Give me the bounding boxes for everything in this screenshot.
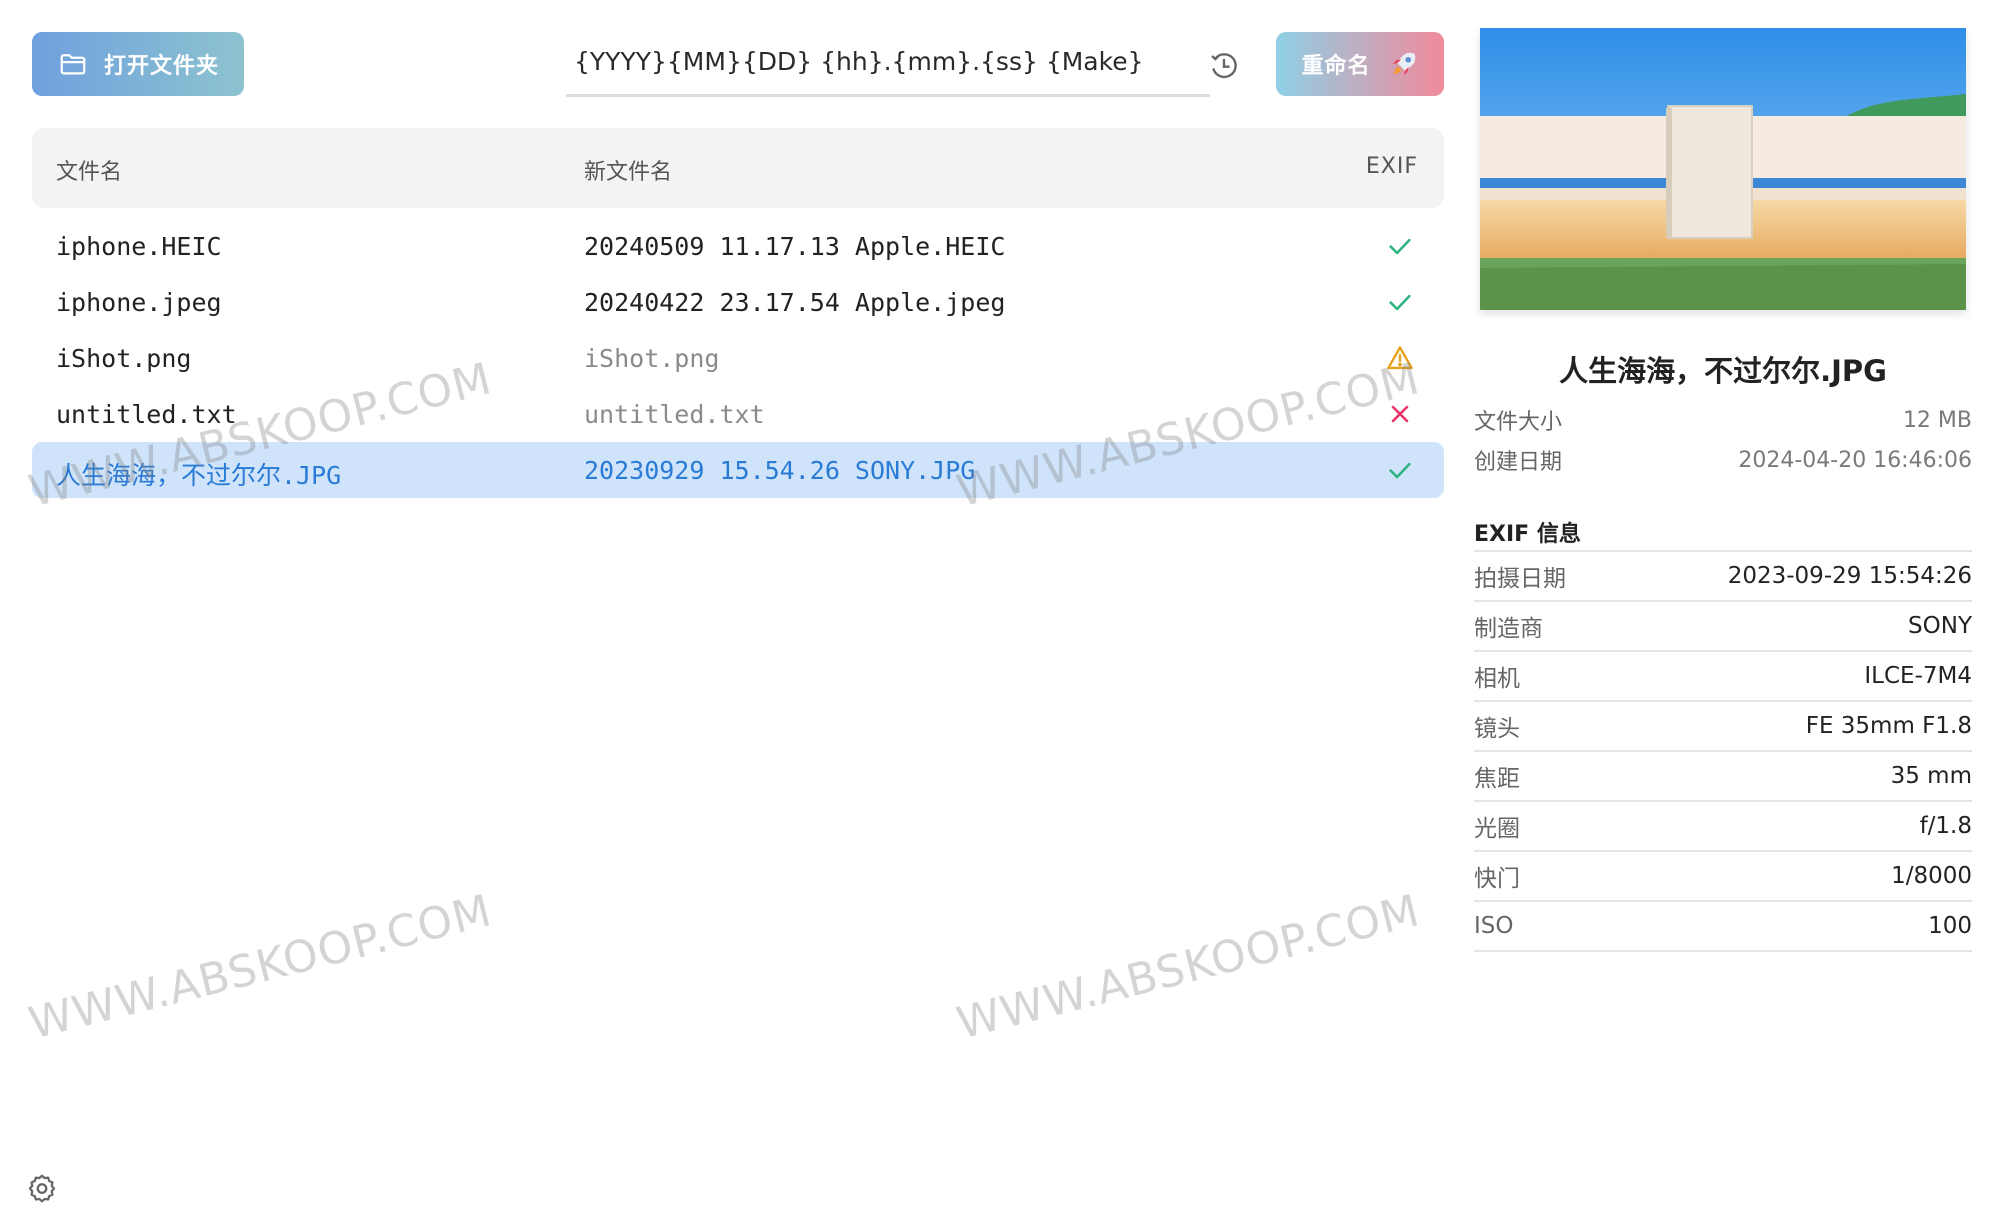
open-folder-button[interactable]: 打开文件夹 [32,32,244,96]
file-table: 文件名 新文件名 EXIF iphone.HEIC 20240509 11.17… [32,128,1444,498]
watermark-text: WWW.ABSKOOP.COM [24,885,497,1050]
clock-history-icon [1211,53,1237,79]
exif-value: 100 [1928,913,1972,939]
row-new-filename: 20240422 23.17.54 Apple.jpeg [584,288,1006,317]
row-filename: untitled.txt [56,400,237,429]
exif-row: 制造商 SONY [1474,602,1972,652]
check-icon [1386,456,1414,484]
exif-row: 光圈 f/1.8 [1474,802,1972,852]
exif-list: 拍摄日期 2023-09-29 15:54:26 制造商 SONY 相机 ILC… [1474,550,1972,952]
gear-icon [28,1174,56,1203]
row-new-filename: iShot.png [584,344,720,373]
exif-section-title: EXIF 信息 [1474,522,1581,547]
exif-value: FE 35mm F1.8 [1805,713,1972,739]
meta-label: 创建日期 [1474,450,1563,475]
exif-label: 制造商 [1474,616,1543,642]
close-icon [1386,400,1414,428]
table-row[interactable]: iphone.HEIC 20240509 11.17.13 Apple.HEIC [32,218,1444,274]
open-folder-label: 打开文件夹 [104,54,220,79]
exif-row: ISO 100 [1474,902,1972,952]
exif-value: 35 mm [1890,763,1972,789]
exif-value: 1/8000 [1891,863,1972,889]
table-body: iphone.HEIC 20240509 11.17.13 Apple.HEIC… [32,218,1444,498]
info-panel: 人生海海，不过尔尔.JPG 文件大小 12 MB 创建日期 2024-04-20… [1474,28,1972,952]
table-row-selected[interactable]: 人生海海，不过尔尔.JPG 20230929 15.54.26 SONY.JPG [32,442,1444,498]
row-new-filename: 20230929 15.54.26 SONY.JPG [584,456,976,485]
warning-icon [1386,344,1414,372]
rename-label: 重命名 [1301,54,1371,79]
exif-value: SONY [1908,613,1972,639]
exif-value: 2023-09-29 15:54:26 [1727,563,1972,589]
check-icon [1386,288,1414,316]
header-filename: 文件名 [56,160,123,185]
row-new-filename: untitled.txt [584,400,765,429]
exif-label: 相机 [1474,666,1520,692]
image-preview [1480,28,1966,310]
exif-row: 相机 ILCE-7M4 [1474,652,1972,702]
exif-row: 镜头 FE 35mm F1.8 [1474,702,1972,752]
meta-value: 2024-04-20 16:46:06 [1738,447,1972,473]
settings-button[interactable] [26,1172,58,1204]
table-row[interactable]: iShot.png iShot.png [32,330,1444,386]
exif-value: ILCE-7M4 [1864,663,1972,689]
preview-file-title: 人生海海，不过尔尔.JPG [1559,354,1887,388]
folder-icon [60,54,86,75]
meta-label: 文件大小 [1474,410,1563,435]
app-window: 打开文件夹 重命名 文件名 新文件名 EXIF iphone.HEIC [0,0,2000,1224]
meta-value: 12 MB [1902,407,1972,433]
exif-row: 拍摄日期 2023-09-29 15:54:26 [1474,552,1972,602]
exif-label: 拍摄日期 [1474,566,1566,592]
row-filename: iphone.jpeg [56,288,222,317]
rename-button[interactable]: 重命名 [1276,32,1444,96]
watermark-text: WWW.ABSKOOP.COM [952,885,1425,1050]
meta-row-file-size: 文件大小 12 MB [1474,400,1972,440]
history-button[interactable] [1206,48,1242,84]
row-filename: iShot.png [56,344,192,373]
header-exif: EXIF [1365,154,1418,179]
table-row[interactable]: iphone.jpeg 20240422 23.17.54 Apple.jpeg [32,274,1444,330]
template-input[interactable] [566,34,1210,88]
exif-label: 光圈 [1474,816,1520,842]
rocket-icon [1392,52,1415,76]
exif-label: 快门 [1474,866,1520,892]
row-filename: 人生海海，不过尔尔.JPG [56,461,342,490]
exif-label: ISO [1474,913,1514,939]
file-meta: 文件大小 12 MB 创建日期 2024-04-20 16:46:06 [1474,400,1972,480]
exif-label: 焦距 [1474,766,1520,792]
header-new-filename: 新文件名 [584,160,673,185]
meta-row-created-date: 创建日期 2024-04-20 16:46:06 [1474,440,1972,480]
table-header: 文件名 新文件名 EXIF [32,128,1444,208]
exif-label: 镜头 [1474,716,1520,742]
exif-value: f/1.8 [1919,813,1972,839]
exif-row: 焦距 35 mm [1474,752,1972,802]
row-new-filename: 20240509 11.17.13 Apple.HEIC [584,232,1006,261]
table-row[interactable]: untitled.txt untitled.txt [32,386,1444,442]
check-icon [1386,232,1414,260]
exif-row: 快门 1/8000 [1474,852,1972,902]
row-filename: iphone.HEIC [56,232,222,261]
template-field[interactable] [566,34,1210,97]
